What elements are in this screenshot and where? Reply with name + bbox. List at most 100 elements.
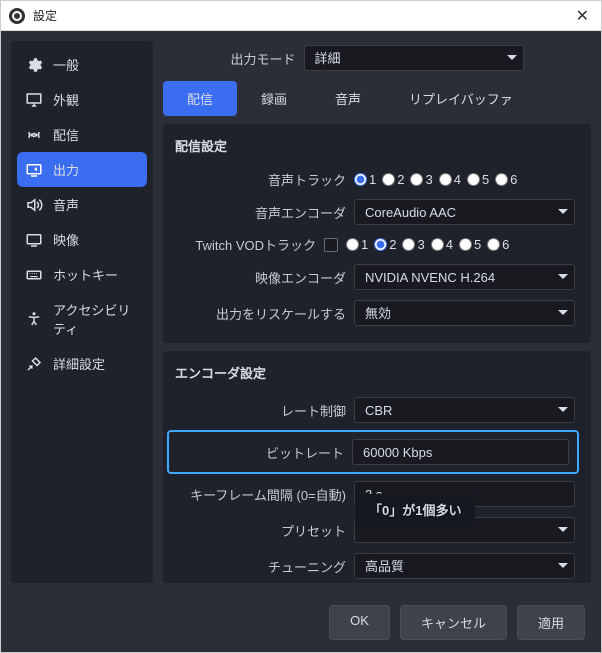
tuning-row: チューニング 高品質 <box>163 548 583 583</box>
track-radio-label: 2 <box>389 237 396 252</box>
tab-label: 配信 <box>187 92 213 107</box>
panel-title: エンコーダ設定 <box>163 363 583 392</box>
close-icon[interactable]: ✕ <box>572 6 593 26</box>
tab-stream[interactable]: 配信 <box>163 81 237 116</box>
twitch-vod-checkbox[interactable] <box>324 238 338 252</box>
main: 一般 外観 配信 出力 音声 <box>1 31 601 593</box>
callout-annotation: 「0」が1個多い <box>355 494 475 525</box>
sidebar-item-output[interactable]: 出力 <box>17 152 147 187</box>
tuning-value: 高品質 <box>365 559 404 574</box>
output-icon <box>25 161 43 179</box>
track-radio-label: 2 <box>397 172 404 187</box>
track-radio-2[interactable]: 2 <box>382 172 404 187</box>
chevron-down-icon <box>558 527 568 532</box>
rate-control-value: CBR <box>365 403 392 418</box>
encoder-settings-panel: エンコーダ設定 レート制御 CBR ビットレート <box>163 351 591 583</box>
track-radio-label: 6 <box>510 172 517 187</box>
sidebar-item-audio[interactable]: 音声 <box>11 187 153 222</box>
output-mode-label: 出力モード <box>230 49 295 68</box>
video-encoder-row: 映像エンコーダ NVIDIA NVENC H.264 <box>163 259 583 295</box>
tab-label: 録画 <box>261 92 287 107</box>
track-radio-6[interactable]: 6 <box>495 172 517 187</box>
speaker-icon <box>25 196 43 214</box>
preset-label: プリセット <box>171 521 346 540</box>
sidebar-item-label: アクセシビリティ <box>53 300 139 338</box>
rescale-label: 出力をリスケールする <box>171 304 346 323</box>
broadcast-icon <box>25 126 43 144</box>
sidebar-item-stream[interactable]: 配信 <box>11 117 153 152</box>
tab-replay[interactable]: リプレイバッファ <box>385 81 537 116</box>
track-radio-3[interactable]: 3 <box>402 237 424 252</box>
sidebar-item-hotkeys[interactable]: ホットキー <box>11 257 153 292</box>
tuning-select[interactable]: 高品質 <box>354 553 575 579</box>
rate-control-row: レート制御 CBR <box>163 392 583 428</box>
track-radio-label: 1 <box>369 172 376 187</box>
track-radio-1[interactable]: 1 <box>354 172 376 187</box>
track-radio-label: 5 <box>474 237 481 252</box>
sidebar-item-label: 出力 <box>53 160 79 179</box>
audio-track-row: 音声トラック 1 2345 6 <box>163 165 583 194</box>
gear-icon <box>25 56 43 74</box>
tools-icon <box>25 355 43 373</box>
settings-window: 設定 ✕ 一般 外観 配信 出力 <box>0 0 602 653</box>
sidebar-item-accessibility[interactable]: アクセシビリティ <box>11 292 153 346</box>
track-radio-1[interactable]: 1 <box>346 237 368 252</box>
output-mode-select[interactable]: 詳細 <box>304 45 524 71</box>
rescale-select[interactable]: 無効 <box>354 300 575 326</box>
rescale-value: 無効 <box>365 306 391 321</box>
accessibility-icon <box>25 310 43 328</box>
ok-button[interactable]: OK <box>329 605 390 640</box>
chevron-down-icon <box>558 274 568 279</box>
video-encoder-value: NVIDIA NVENC H.264 <box>365 270 495 285</box>
tab-label: 音声 <box>335 92 361 107</box>
sidebar-item-label: 音声 <box>53 195 79 214</box>
chevron-down-icon <box>558 407 568 412</box>
audio-track-radios: 1 2345 6 <box>354 172 517 187</box>
twitch-vod-radios: 1 23 4 56 <box>346 237 509 252</box>
sidebar-item-label: 映像 <box>53 230 79 249</box>
app-icon <box>9 8 25 24</box>
bitrate-row: ビットレート 60000 Kbps <box>173 436 573 468</box>
bitrate-input[interactable]: 60000 Kbps <box>352 439 569 465</box>
body: 一般 外観 配信 出力 音声 <box>1 31 601 652</box>
chevron-down-icon <box>558 209 568 214</box>
video-encoder-select[interactable]: NVIDIA NVENC H.264 <box>354 264 575 290</box>
track-radio-3[interactable]: 3 <box>410 172 432 187</box>
footer: OK キャンセル 適用 <box>1 593 601 652</box>
button-label: OK <box>350 613 369 628</box>
track-radio-label: 4 <box>446 237 453 252</box>
cancel-button[interactable]: キャンセル <box>400 605 507 640</box>
content: 出力モード 詳細 配信 録画 音声 リプレイバッファ 配信設定 <box>163 41 591 583</box>
audio-encoder-select[interactable]: CoreAudio AAC <box>354 199 575 225</box>
audio-track-label: 音声トラック <box>171 170 346 189</box>
stream-settings-panel: 配信設定 音声トラック 123456 音声エンコーダ CoreAudio AAC <box>163 124 591 343</box>
track-radio-5[interactable]: 5 <box>459 237 481 252</box>
panel-title: 配信設定 <box>163 136 583 165</box>
scroll-area[interactable]: 配信設定 音声トラック 123456 音声エンコーダ CoreAudio AAC <box>163 124 591 583</box>
sidebar-item-video[interactable]: 映像 <box>11 222 153 257</box>
bitrate-value: 60000 Kbps <box>363 445 432 460</box>
tab-label: リプレイバッファ <box>409 92 513 107</box>
sidebar-item-label: ホットキー <box>53 265 118 284</box>
track-radio-4[interactable]: 4 <box>431 237 453 252</box>
track-radio-4[interactable]: 4 <box>439 172 461 187</box>
track-radio-5[interactable]: 5 <box>467 172 489 187</box>
tab-record[interactable]: 録画 <box>237 81 311 116</box>
bitrate-label: ビットレート <box>177 443 344 462</box>
callout-text: 「0」が1個多い <box>369 503 461 518</box>
sidebar-item-advanced[interactable]: 詳細設定 <box>11 346 153 381</box>
track-radio-2[interactable]: 2 <box>374 237 396 252</box>
twitch-vod-row: Twitch VODトラック 1 23 4 56 <box>163 230 583 259</box>
rate-control-select[interactable]: CBR <box>354 397 575 423</box>
twitch-vod-label: Twitch VODトラック <box>171 235 316 254</box>
window-title: 設定 <box>33 7 57 24</box>
apply-button[interactable]: 適用 <box>517 605 585 640</box>
sidebar-item-general[interactable]: 一般 <box>11 47 153 82</box>
chevron-down-icon <box>558 563 568 568</box>
output-mode-value: 詳細 <box>315 51 341 66</box>
chevron-down-icon <box>558 310 568 315</box>
tab-audio[interactable]: 音声 <box>311 81 385 116</box>
audio-encoder-row: 音声エンコーダ CoreAudio AAC <box>163 194 583 230</box>
sidebar-item-appearance[interactable]: 外観 <box>11 82 153 117</box>
track-radio-6[interactable]: 6 <box>487 237 509 252</box>
